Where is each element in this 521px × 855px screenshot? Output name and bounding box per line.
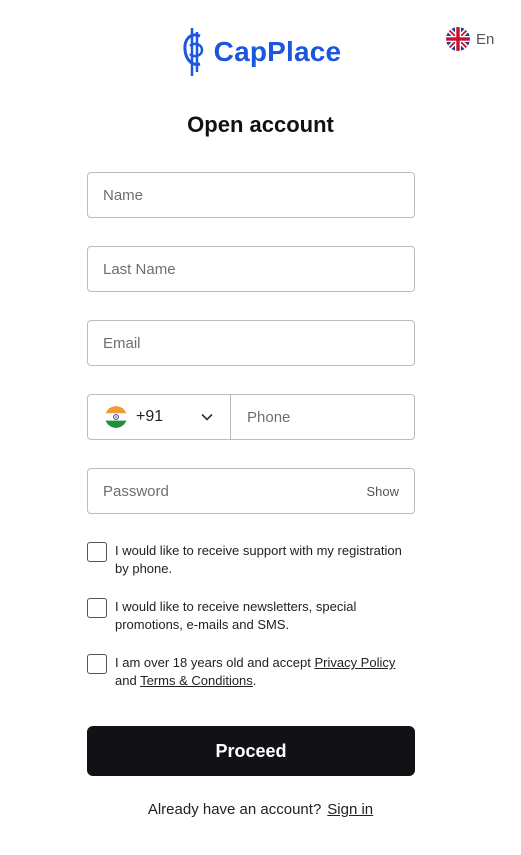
email-input[interactable] — [88, 321, 414, 365]
newsletter-checkbox[interactable] — [87, 598, 107, 618]
country-code-select[interactable]: +91 — [88, 395, 231, 439]
proceed-button[interactable]: Proceed — [87, 726, 415, 776]
age-checkbox-label: I am over 18 years old and accept Privac… — [115, 654, 395, 690]
last-name-field — [87, 246, 415, 292]
age-text-suffix: . — [252, 673, 257, 688]
name-input[interactable] — [88, 173, 414, 217]
age-checkbox-row: I am over 18 years old and accept Privac… — [87, 654, 417, 690]
page-title: Open account — [187, 112, 334, 137]
terms-conditions-link[interactable]: Terms & Conditions — [140, 673, 253, 688]
signin-link[interactable]: Sign in — [327, 801, 373, 818]
support-checkbox-label: I would like to receive support with my … — [115, 543, 402, 576]
age-text-middle: and — [115, 673, 141, 688]
support-checkbox[interactable] — [87, 542, 107, 562]
signin-prompt: Already have an account? — [147, 801, 322, 818]
newsletter-checkbox-label: I would like to receive newsletters, spe… — [115, 599, 357, 632]
support-checkbox-row: I would like to receive support with my … — [87, 542, 417, 578]
age-text-prefix: I am over 18 years old and accept — [115, 655, 315, 670]
name-field — [87, 172, 415, 218]
age-terms-checkbox[interactable] — [87, 654, 107, 674]
email-field — [87, 320, 415, 366]
last-name-input[interactable] — [88, 247, 414, 291]
password-input[interactable] — [88, 469, 367, 513]
show-password-toggle[interactable]: Show — [366, 484, 414, 499]
newsletter-checkbox-row: I would like to receive newsletters, spe… — [87, 598, 417, 634]
phone-field: +91 — [87, 394, 415, 440]
chevron-down-icon — [201, 413, 213, 421]
country-code: +91 — [136, 408, 164, 425]
privacy-policy-link[interactable]: Privacy Policy — [314, 655, 395, 670]
phone-input[interactable] — [231, 395, 414, 439]
india-flag-icon — [105, 406, 127, 428]
brand-name: CapPlace — [213, 36, 342, 67]
signin-row: Already have an account? Sign in — [0, 801, 521, 818]
password-field: Show — [87, 468, 415, 514]
logo: CapPlace — [0, 24, 521, 80]
capplace-logo-icon — [183, 28, 203, 76]
